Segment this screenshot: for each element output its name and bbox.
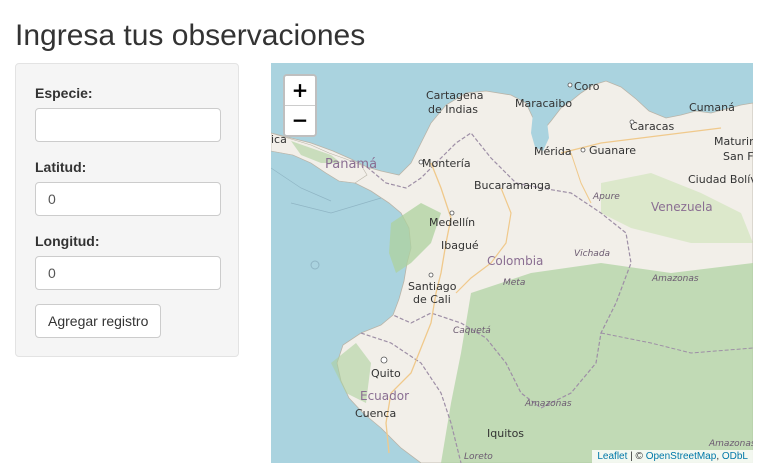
map-label: Amazonas	[524, 399, 572, 409]
latitude-label: Latitud:	[35, 159, 87, 175]
map-label: Amazonas	[708, 439, 753, 449]
longitude-label: Longitud:	[35, 233, 100, 249]
map-tiles: Cartagena de Indias Maracaibo Coro Cuman…	[271, 80, 753, 463]
map-label: de Cali	[413, 293, 451, 306]
attribution-separator: | ©	[627, 451, 646, 462]
map-label: de Indias	[428, 103, 478, 116]
observation-form-panel: Especie: Latitud: Longitud: Agregar regi…	[15, 63, 239, 357]
map-label: Maracaibo	[515, 97, 572, 110]
map-label: Colombia	[487, 254, 543, 268]
page-title: Ingresa tus observaciones	[15, 19, 366, 52]
map-attribution: Leaflet | © OpenStreetMap, ODbL	[592, 450, 753, 463]
leaflet-map[interactable]: Cartagena de Indias Maracaibo Coro Cuman…	[271, 63, 753, 463]
map-label: Loreto	[464, 452, 493, 462]
add-record-button[interactable]: Agregar registro	[35, 304, 162, 338]
map-label: Apure	[592, 192, 620, 202]
map-label: Ciudad Bolív	[688, 173, 753, 186]
species-label: Especie:	[35, 85, 93, 101]
longitude-input[interactable]	[35, 256, 221, 290]
odbl-link[interactable]: ODbL	[722, 451, 748, 462]
map-label: Vichada	[574, 249, 610, 259]
map-label: Panamá	[325, 157, 377, 172]
map-label: Mérida	[534, 145, 572, 158]
map-label: Bucaramanga	[474, 179, 551, 192]
map-label: Quito	[371, 367, 401, 380]
map-label: Santiago	[408, 280, 457, 293]
map-label: Coro	[574, 80, 600, 93]
map-label: Caquetá	[453, 326, 491, 336]
map-label: Caracas	[630, 120, 674, 133]
leaflet-link[interactable]: Leaflet	[597, 451, 627, 462]
map-label: Amazonas	[651, 274, 699, 284]
map-label: San Fe	[723, 150, 753, 163]
map-label: Ibagué	[441, 239, 479, 252]
species-input[interactable]	[35, 108, 221, 142]
map-label: Guanare	[589, 144, 636, 157]
latitude-input[interactable]	[35, 182, 221, 216]
map-label: Maturin	[714, 135, 753, 148]
map-label: Cuenca	[355, 407, 396, 420]
map-label: Medellín	[429, 216, 475, 229]
zoom-in-button[interactable]: +	[285, 76, 315, 106]
map-label: Venezuela	[651, 200, 713, 214]
map-label: Meta	[503, 278, 525, 288]
zoom-control: + −	[283, 74, 317, 137]
map-label: Cartagena	[426, 89, 483, 102]
map-label: Iquitos	[487, 427, 524, 440]
zoom-out-button[interactable]: −	[285, 106, 315, 135]
openstreetmap-link[interactable]: OpenStreetMap	[646, 451, 717, 462]
map-label: Cumaná	[689, 101, 735, 114]
map-label: Montería	[422, 157, 471, 170]
map-label: Ecuador	[360, 389, 409, 403]
